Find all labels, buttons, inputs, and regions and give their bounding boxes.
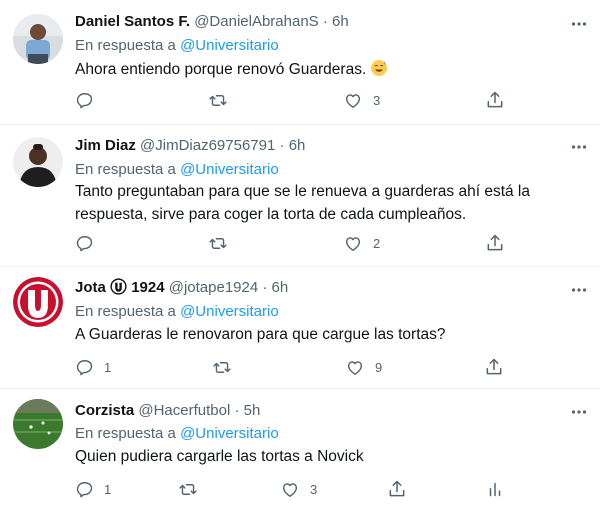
- share-icon: [487, 234, 503, 251]
- user-handle[interactable]: @DanielAbrahanS: [194, 13, 318, 30]
- user-handle[interactable]: @JimDiaz69756791: [140, 137, 275, 154]
- display-name[interactable]: Corzista: [75, 402, 134, 419]
- more-icon[interactable]: [571, 139, 587, 155]
- like-icon: [347, 360, 363, 375]
- display-name[interactable]: Jota: [75, 279, 106, 296]
- like-icon: [345, 236, 361, 251]
- reply-prefix: En respuesta a: [75, 425, 176, 442]
- tweet-header: Daniel Santos F. @DanielAbrahanS · 6h: [75, 12, 349, 32]
- avatar[interactable]: [13, 137, 63, 187]
- like-button[interactable]: 2: [343, 232, 380, 254]
- share-icon: [389, 480, 405, 497]
- like-button[interactable]: 3: [280, 478, 317, 500]
- timestamp[interactable]: 5h: [244, 402, 261, 419]
- retweet-icon: [213, 361, 231, 373]
- timestamp[interactable]: 6h: [332, 13, 349, 30]
- timestamp[interactable]: 6h: [289, 137, 306, 154]
- display-name[interactable]: Jim Diaz: [75, 137, 136, 154]
- mention-link[interactable]: @Universitario: [180, 425, 279, 442]
- like-button[interactable]: 9: [345, 356, 382, 378]
- separator: ·: [322, 13, 328, 30]
- mention-link[interactable]: @Universitario: [180, 37, 279, 54]
- reply-icon: [76, 359, 93, 375]
- tweet-header: Corzista @Hacerfutbol · 5h: [75, 401, 260, 421]
- avatar[interactable]: [13, 399, 63, 449]
- tweet-header: Jota 1924 @jotape1924 · 6h: [75, 278, 288, 301]
- user-handle[interactable]: @jotape1924: [169, 279, 258, 296]
- share-button[interactable]: [484, 356, 504, 378]
- reply-prefix: En respuesta a: [75, 303, 176, 320]
- mention-link[interactable]: @Universitario: [180, 161, 279, 178]
- display-name[interactable]: Daniel Santos F.: [75, 13, 190, 30]
- reply-count: 1: [104, 481, 112, 497]
- reply-context: En respuesta a @Universitario: [75, 424, 279, 444]
- separator: ·: [262, 279, 268, 296]
- retweet-icon: [209, 94, 227, 106]
- separator: ·: [279, 137, 285, 154]
- reply-prefix: En respuesta a: [75, 161, 176, 178]
- share-button[interactable]: [485, 232, 505, 254]
- tweet-text: Ahora entiendo porque renovó Guarderas.: [75, 58, 545, 84]
- tweet-text-content: Quien pudiera cargarle las tortas a Novi…: [75, 448, 364, 465]
- tweet-text: A Guarderas le renovaron para que cargue…: [75, 323, 545, 346]
- like-count: 3: [310, 481, 318, 497]
- like-count: 3: [373, 92, 381, 108]
- share-button[interactable]: [387, 478, 407, 500]
- share-button[interactable]: [485, 89, 505, 111]
- tweet[interactable]: Jim Diaz @JimDiaz69756791 · 6h En respue…: [0, 125, 600, 267]
- reply-icon: [76, 481, 93, 497]
- analytics-icon: [489, 482, 501, 496]
- reply-context: En respuesta a @Universitario: [75, 302, 279, 322]
- share-icon: [486, 358, 502, 375]
- like-icon: [282, 482, 298, 497]
- reply-button[interactable]: [75, 89, 94, 111]
- avatar[interactable]: [13, 14, 63, 64]
- retweet-button[interactable]: [212, 356, 232, 378]
- display-name-suffix[interactable]: 1924: [131, 279, 164, 296]
- reply-count: 1: [104, 359, 112, 375]
- reply-button[interactable]: [75, 232, 94, 254]
- reply-context: En respuesta a @Universitario: [75, 36, 279, 56]
- retweet-icon: [209, 237, 227, 249]
- user-handle[interactable]: @Hacerfutbol: [138, 402, 230, 419]
- timestamp[interactable]: 6h: [272, 279, 289, 296]
- avatar[interactable]: [13, 277, 63, 327]
- tweet-text: Quien pudiera cargarle las tortas a Novi…: [75, 445, 545, 468]
- retweet-icon: [179, 483, 197, 495]
- retweet-button[interactable]: [178, 478, 198, 500]
- tweet-header: Jim Diaz @JimDiaz69756791 · 6h: [75, 136, 305, 156]
- separator: ·: [234, 402, 240, 419]
- like-count: 2: [373, 235, 381, 251]
- tweet[interactable]: Corzista @Hacerfutbol · 5h En respuesta …: [0, 389, 600, 505]
- tweet-text-content: A Guarderas le renovaron para que cargue…: [75, 326, 446, 343]
- more-icon[interactable]: [571, 404, 587, 420]
- tweet-text: Tanto preguntaban para que se le renueva…: [75, 180, 545, 226]
- like-icon: [345, 93, 361, 108]
- reply-button[interactable]: 1: [75, 478, 111, 500]
- reply-icon: [76, 92, 93, 108]
- like-count: 9: [375, 359, 383, 375]
- tweet[interactable]: Jota 1924 @jotape1924 · 6h En respuesta …: [0, 267, 600, 389]
- reply-context: En respuesta a @Universitario: [75, 160, 279, 180]
- retweet-button[interactable]: [208, 232, 228, 254]
- more-icon[interactable]: [571, 16, 587, 32]
- more-icon[interactable]: [571, 282, 587, 298]
- universitario-badge-icon: [110, 278, 127, 301]
- reply-prefix: En respuesta a: [75, 37, 176, 54]
- tweet-text-content: Ahora entiendo porque renovó Guarderas.: [75, 61, 367, 78]
- reply-button[interactable]: 1: [75, 356, 111, 378]
- like-button[interactable]: 3: [343, 89, 380, 111]
- share-icon: [487, 91, 503, 108]
- mention-link[interactable]: @Universitario: [180, 303, 279, 320]
- retweet-button[interactable]: [208, 89, 228, 111]
- reply-icon: [76, 235, 93, 251]
- tweet-text-line: Tanto preguntaban para que se le renueva…: [75, 183, 530, 200]
- tweet-text-line: respuesta, sirve para coger la torta de …: [75, 206, 467, 223]
- tweet[interactable]: Daniel Santos F. @DanielAbrahanS · 6h En…: [0, 0, 600, 125]
- sweat-smile-emoji-icon: [370, 59, 388, 84]
- analytics-button[interactable]: [486, 478, 504, 500]
